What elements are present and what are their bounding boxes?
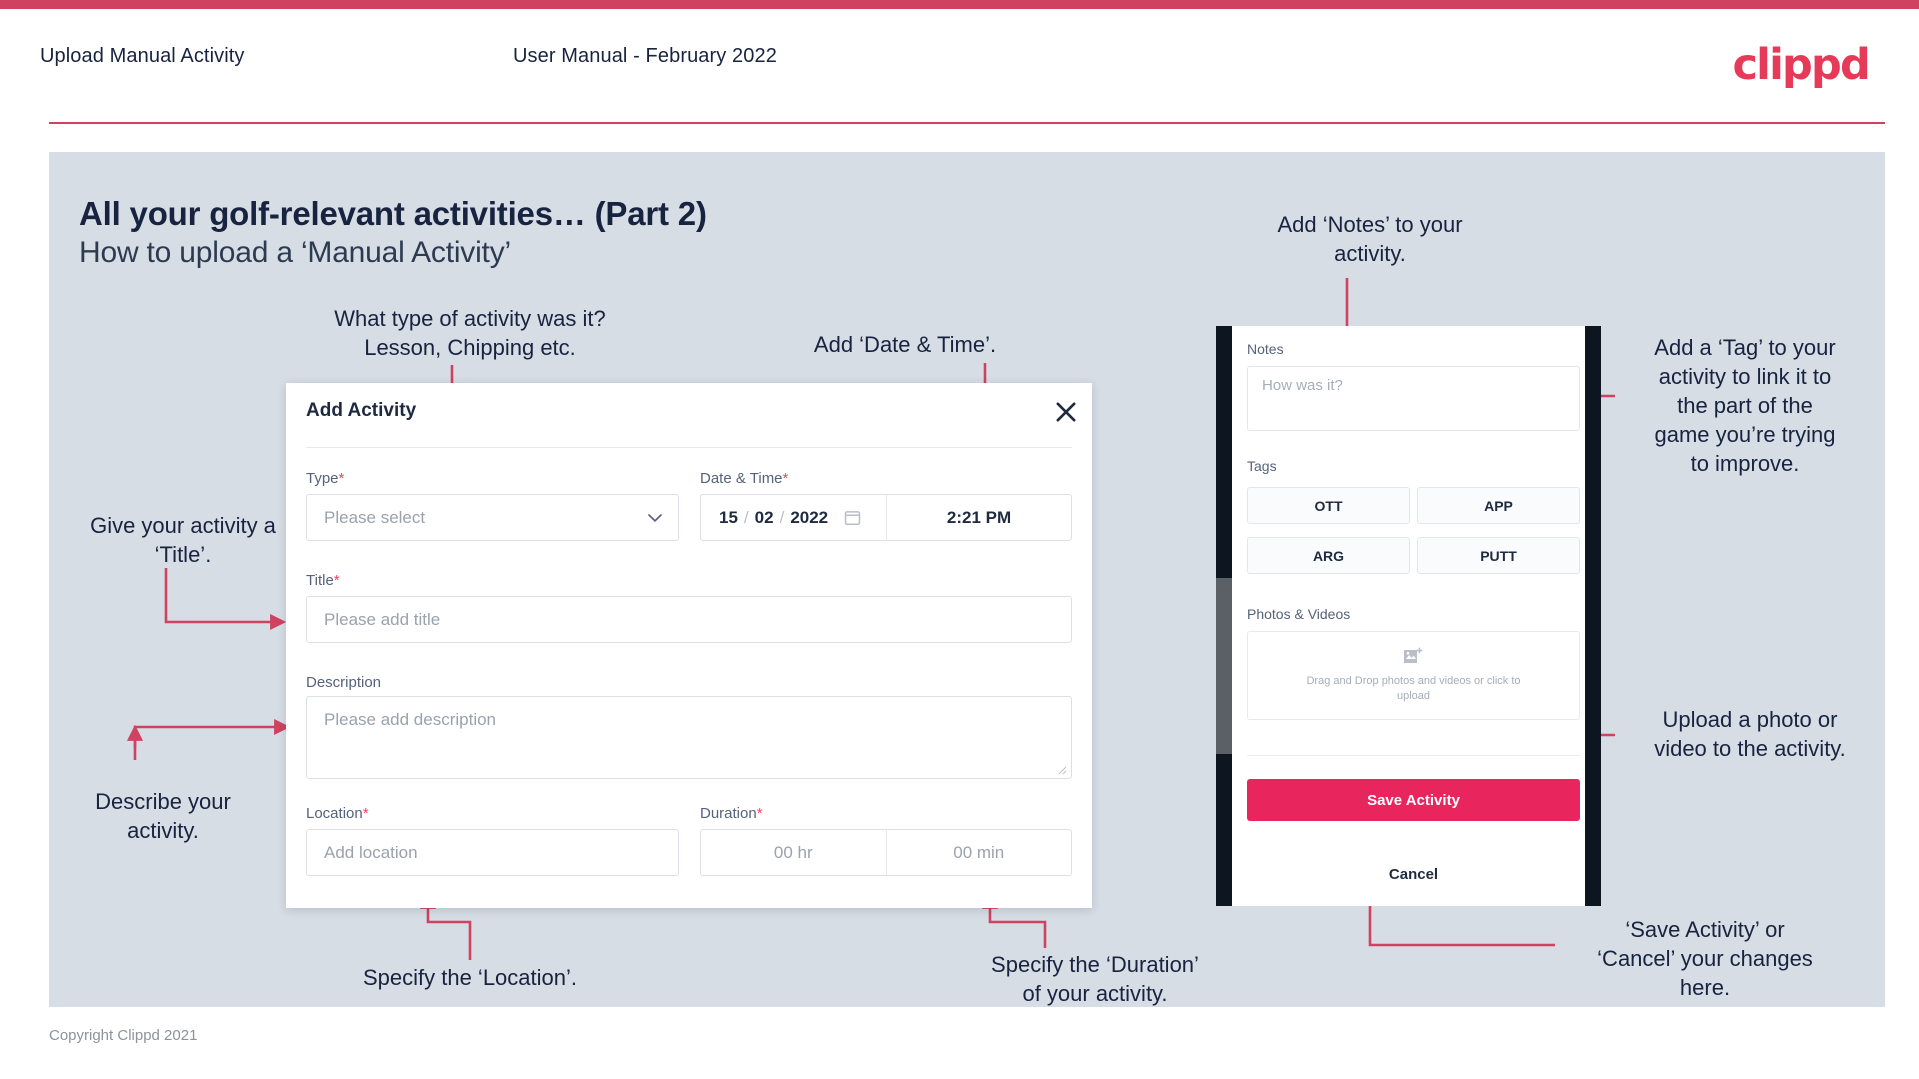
location-label-text: Location — [306, 805, 363, 822]
duration-hours-input[interactable]: 00 hr — [701, 830, 887, 875]
mobile-divider — [1247, 755, 1580, 756]
add-image-icon — [1403, 647, 1422, 663]
datetime-required-mark: * — [782, 470, 789, 487]
time-input[interactable]: 2:21 PM — [887, 495, 1071, 540]
description-label: Description — [306, 674, 382, 691]
header-title: Upload Manual Activity — [40, 45, 245, 67]
tag-app[interactable]: APP — [1417, 487, 1580, 524]
photos-videos-label: Photos & Videos — [1247, 606, 1351, 622]
close-icon[interactable] — [1052, 398, 1080, 426]
type-label: Type* — [306, 470, 344, 487]
annotation-tags: Add a ‘Tag’ to your activity to link it … — [1654, 335, 1836, 476]
slide-subtitle: How to upload a ‘Manual Activity’ — [79, 236, 511, 269]
dropzone-text: Drag and Drop photos and videos or click… — [1306, 675, 1521, 702]
slide-page: Upload Manual Activity User Manual - Feb… — [0, 0, 1919, 1079]
annotation-type: What type of activity was it? Lesson, Ch… — [334, 306, 606, 360]
annotation-description: Describe your activity. — [95, 789, 231, 843]
annotation-duration: Specify the ‘Duration’ of your activity. — [991, 952, 1199, 1006]
title-label-text: Title — [306, 572, 334, 589]
annotation-save-cancel: ‘Save Activity’ or ‘Cancel’ your changes… — [1597, 917, 1813, 1000]
dialog-divider — [306, 447, 1072, 448]
header-divider — [49, 122, 1885, 124]
phone-side-button — [1216, 578, 1232, 754]
chevron-down-icon — [648, 513, 662, 522]
datetime-label-text: Date & Time — [700, 470, 783, 487]
tag-arg[interactable]: ARG — [1247, 537, 1410, 574]
title-required-mark: * — [333, 572, 340, 589]
footer-copyright: Copyright Clippd 2021 — [49, 1027, 198, 1044]
datetime-field[interactable]: 15 / 02 / 2022 2:21 PM — [700, 494, 1072, 541]
tag-putt[interactable]: PUTT — [1417, 537, 1580, 574]
header-subtitle: User Manual - February 2022 — [513, 45, 777, 67]
cancel-button[interactable]: Cancel — [1247, 866, 1580, 883]
tags-label: Tags — [1247, 458, 1277, 474]
calendar-icon[interactable] — [844, 509, 861, 526]
date-year: 2022 — [790, 507, 829, 527]
save-activity-button[interactable]: Save Activity — [1247, 779, 1580, 821]
duration-minutes-input[interactable]: 00 min — [887, 830, 1072, 875]
photo-upload-dropzone[interactable]: Drag and Drop photos and videos or click… — [1247, 631, 1580, 720]
notes-label: Notes — [1247, 341, 1284, 357]
description-placeholder: Please add description — [324, 710, 497, 729]
annotation-upload: Upload a photo or video to the activity. — [1654, 707, 1846, 761]
duration-label: Duration* — [700, 805, 763, 822]
date-input[interactable]: 15 / 02 / 2022 — [701, 495, 887, 540]
annotation-datetime: Add ‘Date & Time’. — [813, 332, 997, 357]
date-month: 02 — [754, 507, 774, 527]
top-accent-bar — [0, 0, 1919, 9]
location-input[interactable]: Add location — [306, 829, 679, 876]
date-sep-1: / — [743, 507, 749, 527]
location-required-mark: * — [362, 805, 369, 822]
date-day: 15 — [719, 507, 738, 527]
slide-title: All your golf-relevant activities… (Part… — [79, 195, 707, 232]
duration-required-mark: * — [756, 805, 763, 822]
title-label: Title* — [306, 572, 340, 589]
type-required-mark: * — [338, 470, 345, 487]
annotation-notes: Add ‘Notes’ to your activity. — [1277, 212, 1463, 266]
notes-textarea[interactable]: How was it? — [1247, 366, 1580, 431]
description-textarea[interactable]: Please add description — [306, 696, 1072, 779]
type-label-text: Type — [306, 470, 339, 487]
tag-ott[interactable]: OTT — [1247, 487, 1410, 524]
type-select-value: Please select — [324, 507, 426, 527]
date-sep-2: / — [779, 507, 785, 527]
type-select[interactable]: Please select — [306, 494, 679, 541]
annotation-location: Specify the ‘Location’. — [362, 965, 578, 990]
location-label: Location* — [306, 805, 369, 822]
title-input[interactable]: Please add title — [306, 596, 1072, 643]
annotation-title: Give your activity a ‘Title’. — [90, 513, 276, 567]
resize-grip-icon[interactable] — [1057, 765, 1067, 775]
dialog-title: Add Activity — [306, 400, 417, 421]
clippd-logo: clippd — [1732, 40, 1870, 90]
datetime-label: Date & Time* — [700, 470, 788, 487]
duration-field: 00 hr 00 min — [700, 829, 1072, 876]
duration-label-text: Duration — [700, 805, 757, 822]
